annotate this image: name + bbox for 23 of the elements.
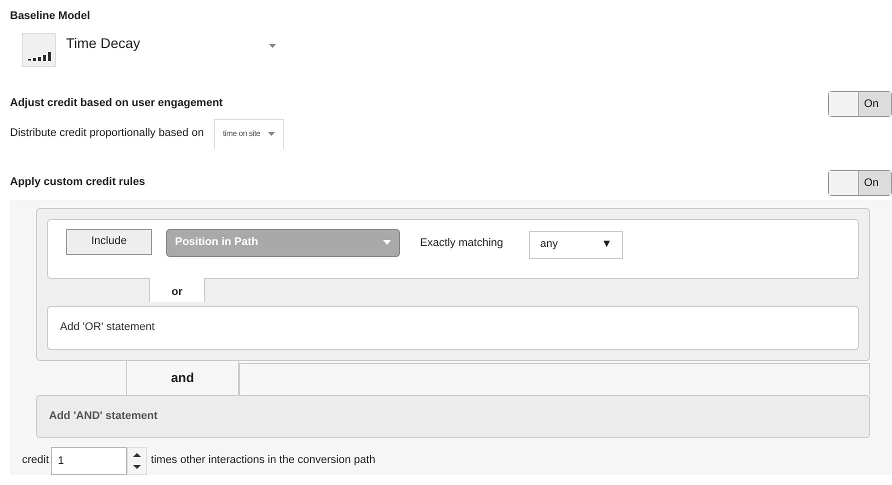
section-title: Baseline Model [10, 9, 92, 24]
toggle-label: On [859, 92, 891, 116]
section-title: Adjust credit based on user engagement [10, 96, 223, 112]
caret-icon [269, 44, 276, 48]
model-dropdown[interactable]: Time Decay [66, 32, 276, 54]
include-button[interactable]: Include [66, 228, 152, 254]
value-dropdown[interactable]: any ▼ [529, 230, 624, 258]
section-title: Apply custom credit rules [10, 175, 146, 190]
toggle-switch[interactable]: On [828, 90, 892, 116]
distribute-label: Distribute credit proportionally based on [10, 126, 204, 142]
credit-input[interactable]: 1 [50, 446, 127, 474]
toggle-label: On [859, 170, 891, 194]
spinner-icon[interactable] [126, 446, 147, 474]
credit-label: credit [22, 453, 49, 468]
credit-suffix: times other interactions in the conversion path [150, 453, 376, 468]
toggle-switch[interactable]: On [828, 170, 892, 196]
operator-label: Exactly matching [420, 236, 504, 252]
add-and-statement[interactable]: Add 'AND' statement [36, 394, 870, 438]
signal-bars-icon [22, 32, 56, 66]
metric-dropdown[interactable]: time on site [214, 118, 284, 148]
add-or-statement[interactable]: Add 'OR' statement [47, 306, 859, 350]
caret-icon [268, 132, 276, 136]
caret-icon [383, 240, 391, 245]
